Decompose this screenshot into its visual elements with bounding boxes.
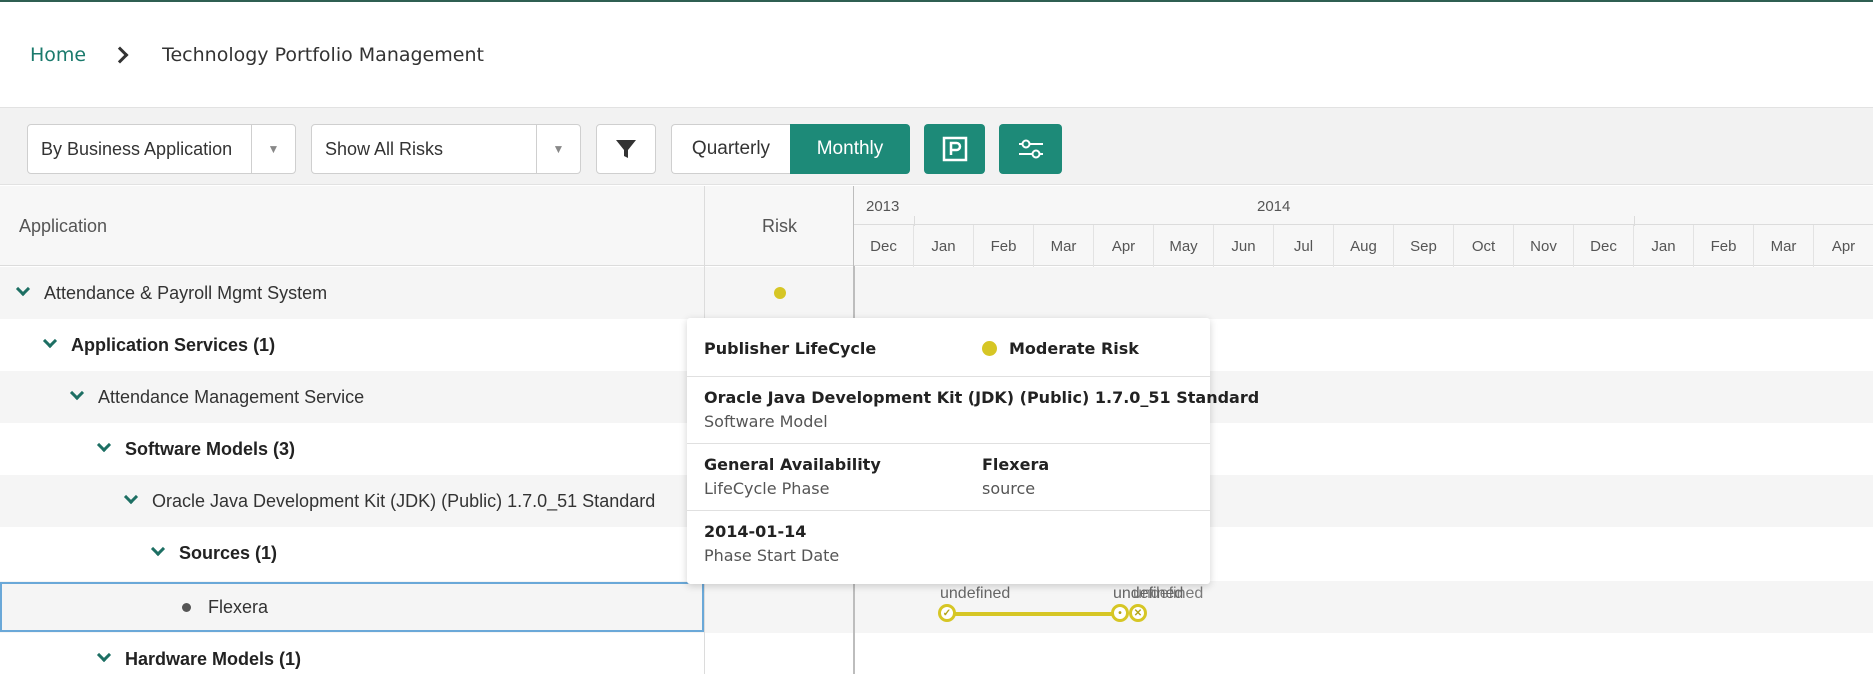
bullet-icon <box>182 602 191 612</box>
tooltip-date-value: 2014-01-14 <box>704 522 807 541</box>
month-label: Apr <box>1814 225 1873 267</box>
page-title: Technology Portfolio Management <box>162 44 484 66</box>
filter-button[interactable] <box>596 124 656 174</box>
risk-filter-select[interactable]: Show All Risks ▼ <box>311 124 581 174</box>
row-label: Sources (1) <box>179 542 278 563</box>
year-label: 2014 <box>1257 198 1291 215</box>
phase-marker-icon[interactable]: • <box>1111 604 1129 622</box>
sliders-icon <box>1018 139 1043 159</box>
tooltip-date: 2014-01-14 Phase Start Date <box>687 511 1210 584</box>
month-label: Mar <box>1034 225 1094 267</box>
table-row[interactable]: Hardware Models (1) <box>0 633 1873 674</box>
row-label-wrap: Application Services (1) <box>42 319 276 371</box>
chevron-down-icon[interactable] <box>96 647 112 663</box>
group-by-value: By Business Application <box>41 138 233 159</box>
tooltip-header: Publisher LifeCycle Moderate Risk <box>687 318 1210 377</box>
check-marker-icon[interactable]: ✓ <box>938 604 956 622</box>
risk-filter-value: Show All Risks <box>325 138 444 159</box>
month-label: Feb <box>1694 225 1754 267</box>
caret-down-icon[interactable]: ▼ <box>251 125 295 173</box>
caret-down-icon[interactable]: ▼ <box>536 125 580 173</box>
row-label: Hardware Models (1) <box>125 648 302 669</box>
month-label: Mar <box>1754 225 1814 267</box>
table-row[interactable]: Attendance & Payroll Mgmt System <box>0 267 1873 319</box>
chevron-down-icon[interactable] <box>69 385 85 401</box>
application-column-header: Application <box>19 216 108 236</box>
tooltip-phase-label: LifeCycle Phase <box>704 479 830 498</box>
row-label-wrap: Sources (1) <box>150 527 278 579</box>
month-row: Dec Jan Feb Mar Apr May Jun Jul Aug Sep … <box>854 224 1873 267</box>
publisher-button[interactable] <box>924 124 985 174</box>
tooltip-source-label: source <box>982 479 1036 498</box>
publisher-p-icon <box>942 136 967 162</box>
row-label-wrap: Attendance Management Service <box>69 371 365 423</box>
row-label-wrap: Hardware Models (1) <box>96 633 302 674</box>
chevron-down-icon[interactable] <box>15 281 31 297</box>
selected-row[interactable]: Flexera <box>0 582 704 632</box>
row-label: Software Models (3) <box>125 438 296 459</box>
view-toggle: Quarterly Monthly <box>671 124 910 174</box>
month-label: Jul <box>1274 225 1334 267</box>
chevron-right-icon <box>111 46 129 64</box>
phase-label-end-overlap: undefined <box>1133 585 1204 602</box>
filter-icon <box>616 140 636 158</box>
settings-sliders-button[interactable] <box>999 124 1062 174</box>
row-label: Flexera <box>208 596 269 617</box>
moderate-risk-indicator <box>773 287 786 299</box>
month-label: Oct <box>1454 225 1514 267</box>
risk-cell <box>704 267 854 319</box>
breadcrumb-home-link[interactable]: Home <box>30 44 86 66</box>
grid-header: Application Risk 2013 2014 Dec Jan Feb M… <box>0 186 1873 267</box>
row-label-wrap: Oracle Java Development Kit (JDK) (Publi… <box>123 475 656 527</box>
risk-dot-icon <box>982 341 997 356</box>
row-label-wrap: Attendance & Payroll Mgmt System <box>15 267 328 319</box>
lifecycle-tooltip: Publisher LifeCycle Moderate Risk Oracle… <box>687 318 1259 584</box>
month-label: May <box>1154 225 1214 267</box>
breadcrumb: Home Technology Portfolio Management <box>30 40 484 70</box>
chevron-down-icon[interactable] <box>96 437 112 453</box>
tooltip-source-value: Flexera <box>982 455 1050 474</box>
tooltip-model: Oracle Java Development Kit (JDK) (Publi… <box>687 377 1259 444</box>
month-label: Feb <box>974 225 1034 267</box>
month-label: Jun <box>1214 225 1274 267</box>
month-label: Jan <box>1634 225 1694 267</box>
chevron-down-icon[interactable] <box>150 541 166 557</box>
tooltip-model-type: Software Model <box>704 412 828 431</box>
row-label: Attendance Management Service <box>98 386 365 407</box>
year-label: 2013 <box>866 198 900 215</box>
month-label: Dec <box>854 225 914 267</box>
chevron-down-icon[interactable] <box>123 489 139 505</box>
month-label: Nov <box>1514 225 1574 267</box>
tooltip-date-label: Phase Start Date <box>704 546 840 565</box>
tooltip-phase-value: General Availability <box>704 455 881 474</box>
top-accent-line <box>0 0 1873 2</box>
quarterly-view-button[interactable]: Quarterly <box>671 124 790 174</box>
row-label: Application Services (1) <box>71 334 276 355</box>
month-label: Dec <box>1574 225 1634 267</box>
risk-column-header: Risk <box>704 186 854 266</box>
tooltip-title: Publisher LifeCycle <box>704 339 877 358</box>
row-label: Attendance & Payroll Mgmt System <box>44 282 328 303</box>
phase-label-start: undefined <box>940 585 1011 602</box>
row-label-wrap: Software Models (3) <box>96 423 296 475</box>
row-label-wrap: Flexera <box>182 584 268 630</box>
chevron-down-icon[interactable] <box>42 333 58 349</box>
tooltip-risk: Moderate Risk <box>1009 339 1139 358</box>
lifecycle-bar[interactable] <box>948 612 1120 616</box>
month-label: Apr <box>1094 225 1154 267</box>
month-label: Sep <box>1394 225 1454 267</box>
monthly-view-button[interactable]: Monthly <box>790 124 910 174</box>
tooltip-phase: General Availability LifeCycle Phase Fle… <box>687 444 1210 511</box>
end-of-life-marker-icon[interactable]: ✕ <box>1129 604 1147 622</box>
timeline-header: 2013 2014 Dec Jan Feb Mar Apr May Jun Ju… <box>853 186 1873 267</box>
toolbar: By Business Application ▼ Show All Risks… <box>0 107 1873 185</box>
row-label: Oracle Java Development Kit (JDK) (Publi… <box>152 490 656 511</box>
group-by-select[interactable]: By Business Application ▼ <box>27 124 296 174</box>
month-label: Jan <box>914 225 974 267</box>
month-label: Aug <box>1334 225 1394 267</box>
tooltip-model-name: Oracle Java Development Kit (JDK) (Publi… <box>704 388 1260 407</box>
